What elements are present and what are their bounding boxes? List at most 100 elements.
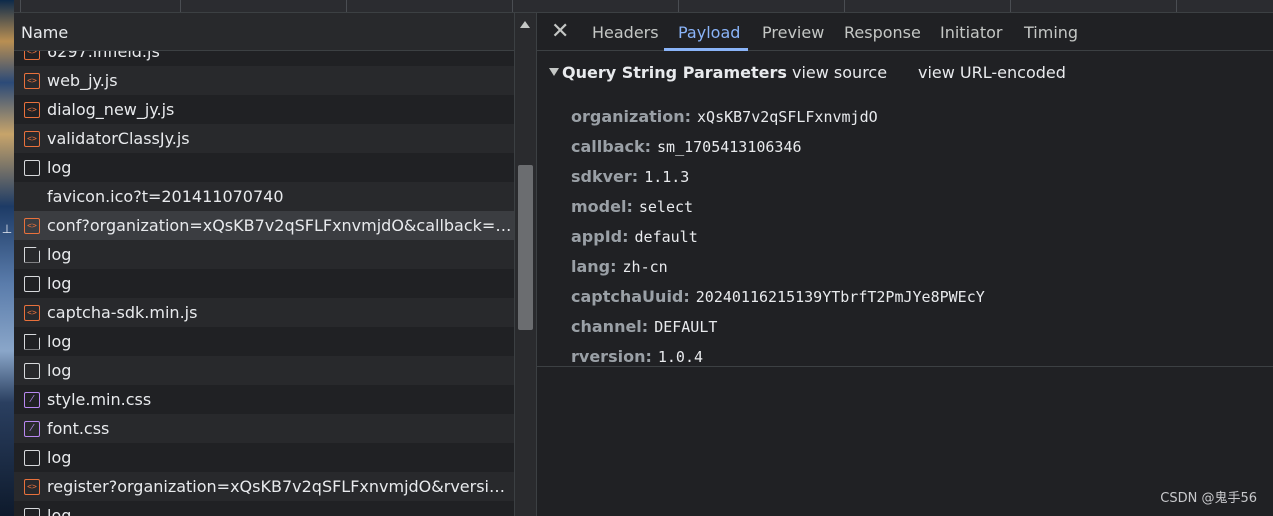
parameter-key: callback: — [571, 137, 652, 156]
tab-headers[interactable]: Headers — [592, 23, 659, 42]
document-icon — [24, 159, 40, 176]
close-icon[interactable]: ✕ — [551, 19, 569, 44]
request-list-scrollbar[interactable] — [514, 13, 537, 516]
request-row[interactable]: <> dialog_new_jy.js — [14, 95, 514, 124]
document-icon — [24, 449, 40, 466]
request-row[interactable]: <> validatorClassJy.js — [14, 124, 514, 153]
tab-initiator[interactable]: Initiator — [940, 23, 1002, 42]
request-row[interactable]: <> conf?organization=xQsKB7v2qSFLFxnvmjdO… — [14, 211, 514, 240]
request-row[interactable]: log — [14, 153, 514, 182]
request-row[interactable]: log — [14, 269, 514, 298]
document-icon — [24, 507, 40, 516]
parameter-row: rversion: 1.0.4 — [571, 347, 703, 369]
parameter-key: model: — [571, 197, 633, 216]
section-toggle[interactable]: Query String Parameters — [549, 63, 787, 82]
request-row[interactable]: <> 6297.infield.js — [14, 51, 514, 66]
parameter-row: captchaUuid: 20240116215139YTbrfT2PmJYe8P… — [571, 287, 985, 309]
request-row[interactable]: log — [14, 443, 514, 472]
parameter-key: channel: — [571, 317, 649, 336]
request-list: <> 6297.infield.js <> web_jy.js <> dialog_new… — [14, 51, 514, 516]
parameter-value[interactable]: 1.1.3 — [644, 168, 689, 186]
request-row[interactable]: <> web_jy.js — [14, 66, 514, 95]
parameter-row: lang: zh-cn — [571, 257, 668, 279]
parameter-value[interactable]: 1.0.4 — [658, 348, 703, 366]
request-list-panel: Name <> 6297.infield.js <> web_jy.js <> dialo… — [14, 0, 514, 516]
parameter-row: callback: sm_1705413106346 — [571, 137, 802, 159]
triangle-down-icon — [549, 68, 559, 76]
parameter-value[interactable]: 20240116215139YTbrfT2PmJYe8PWEcY — [696, 288, 985, 306]
parameter-key: appId: — [571, 227, 629, 246]
parameter-row: organization: xQsKB7v2qSFLFxnvmjdO — [571, 107, 878, 129]
document-icon — [24, 275, 40, 292]
request-row[interactable]: ⁄ font.css — [14, 414, 514, 443]
parameter-value[interactable]: DEFAULT — [654, 318, 717, 336]
request-name: 6297.infield.js — [47, 51, 160, 61]
request-name: dialog_new_jy.js — [47, 100, 175, 119]
stylesheet-icon: ⁄ — [24, 391, 40, 408]
request-name: log — [47, 332, 72, 351]
parameter-key: captchaUuid: — [571, 287, 690, 306]
query-string-parameters-section: Query String Parameters view source view… — [537, 51, 1273, 367]
request-row[interactable]: <> register?organization=xQsKB7v2qSFLFxnv… — [14, 472, 514, 501]
name-column-header[interactable]: Name — [14, 13, 514, 51]
request-name: conf?organization=xQsKB7v2qSFLFxnvmjdO&c… — [47, 216, 512, 235]
request-name: log — [47, 361, 72, 380]
tab-preview[interactable]: Preview — [762, 23, 824, 42]
request-name: log — [47, 158, 72, 177]
parameter-value[interactable]: default — [635, 228, 698, 246]
view-url-encoded-link[interactable]: view URL-encoded — [918, 63, 1066, 82]
request-row[interactable]: favicon.ico?t=201411070740 — [14, 182, 514, 211]
parameter-key: sdkver: — [571, 167, 639, 186]
parameter-value[interactable]: select — [639, 198, 693, 216]
scrollbar-thumb[interactable] — [518, 165, 533, 330]
parameter-key: organization: — [571, 107, 692, 126]
tab-payload[interactable]: Payload — [678, 23, 740, 42]
script-icon: <> — [24, 304, 40, 321]
document-icon — [24, 362, 40, 379]
parameter-row: channel: DEFAULT — [571, 317, 717, 339]
request-row[interactable]: log — [14, 327, 514, 356]
stylesheet-icon: ⁄ — [24, 420, 40, 437]
request-name: register?organization=xQsKB7v2qSFLFxnvmj… — [47, 477, 512, 496]
watermark: CSDN @鬼手56 — [1160, 491, 1257, 506]
request-name: log — [47, 245, 72, 264]
view-source-link[interactable]: view source — [792, 63, 887, 82]
section-title: Query String Parameters — [562, 63, 787, 82]
details-panel: ✕ Headers Payload Preview Response Initi… — [536, 13, 1273, 516]
script-icon: <> — [24, 72, 40, 89]
tab-response[interactable]: Response — [844, 23, 921, 42]
parameter-value[interactable]: xQsKB7v2qSFLFxnvmjdO — [697, 108, 878, 126]
request-name: log — [47, 274, 72, 293]
request-row[interactable]: log — [14, 240, 514, 269]
parameter-row: model: select — [571, 197, 693, 219]
script-icon: <> — [24, 478, 40, 495]
tab-timing[interactable]: Timing — [1024, 23, 1078, 42]
parameter-row: appId: default — [571, 227, 698, 249]
request-name: web_jy.js — [47, 71, 118, 90]
request-row[interactable]: <> captcha-sdk.min.js — [14, 298, 514, 327]
background-glyph: ⊥ — [1, 222, 13, 236]
details-tabbar: ✕ Headers Payload Preview Response Initi… — [537, 13, 1273, 51]
script-icon: <> — [24, 217, 40, 234]
scroll-up-icon[interactable] — [520, 21, 530, 28]
waterfall-header-strip — [14, 0, 1273, 13]
file-icon — [24, 333, 40, 350]
request-name: favicon.ico?t=201411070740 — [47, 187, 284, 206]
page-background-strip: ⊥ — [0, 0, 14, 516]
request-name: font.css — [47, 419, 110, 438]
name-column-label: Name — [21, 23, 69, 42]
request-row[interactable]: ⁄ style.min.css — [14, 385, 514, 414]
script-icon: <> — [24, 51, 40, 60]
request-name: log — [47, 506, 72, 516]
parameter-key: rversion: — [571, 347, 652, 366]
parameter-value[interactable]: zh-cn — [623, 258, 668, 276]
request-row[interactable]: log — [14, 501, 514, 516]
request-name: style.min.css — [47, 390, 152, 409]
parameter-row: sdkver: 1.1.3 — [571, 167, 689, 189]
request-row[interactable]: log — [14, 356, 514, 385]
blank-icon — [24, 189, 40, 205]
request-name: log — [47, 448, 72, 467]
request-name: captcha-sdk.min.js — [47, 303, 198, 322]
script-icon: <> — [24, 130, 40, 147]
parameter-value[interactable]: sm_1705413106346 — [657, 138, 802, 156]
